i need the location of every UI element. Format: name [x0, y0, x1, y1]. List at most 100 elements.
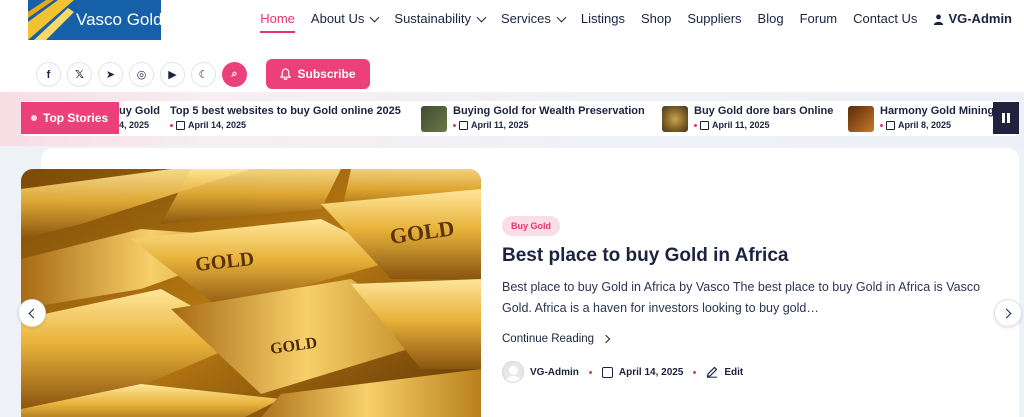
- search-icon[interactable]: ⌕: [222, 62, 247, 87]
- continue-reading-label: Continue Reading: [502, 333, 595, 345]
- ticker-item-title: Top 5 best websites to buy Gold online 2…: [170, 105, 401, 117]
- subscribe-button[interactable]: Subscribe: [266, 59, 370, 89]
- ticker-item[interactable]: uy Gold 4, 2025: [119, 104, 160, 134]
- user-icon: [934, 14, 944, 25]
- ticker-item-text: Top 5 best websites to buy Gold online 2…: [170, 104, 401, 134]
- continue-reading-link[interactable]: Continue Reading: [502, 333, 611, 345]
- nav-forum-label: Forum: [799, 11, 838, 26]
- nav-contact-us-label: Contact Us: [853, 11, 918, 26]
- nav-home-label: Home: [260, 11, 295, 26]
- site-header: Vasco Gold Home About Us Sustainability …: [0, 0, 1024, 92]
- ticker-item-title: uy Gold: [119, 105, 160, 117]
- dot-icon: [880, 123, 883, 127]
- main-nav: Home About Us Sustainability Services Li…: [252, 8, 1020, 33]
- nav-about-us[interactable]: About Us: [310, 8, 380, 30]
- ticker-date-text: 4, 2025: [119, 120, 150, 130]
- calendar-icon: [700, 120, 709, 130]
- logo-mark-icon: [28, 0, 74, 40]
- nav-sustainability-label: Sustainability: [394, 11, 472, 26]
- calendar-icon: [601, 366, 613, 378]
- dot-icon: [693, 370, 697, 374]
- ticker-item-date: April 11, 2025: [453, 120, 645, 130]
- nav-services-label: Services: [501, 11, 551, 26]
- ticker-date-text: April 11, 2025: [471, 120, 529, 130]
- ticker-item-title: Buying Gold for Wealth Preservation: [453, 105, 645, 117]
- ticker-item-text: Harmony Gold Mining April 8, 2025: [880, 104, 994, 134]
- x-icon[interactable]: 𝕏: [67, 62, 92, 87]
- avatar[interactable]: [502, 361, 524, 383]
- ticker-item[interactable]: Harmony Gold Mining April 8, 2025: [848, 104, 994, 134]
- ticker-item-date: April 8, 2025: [880, 120, 994, 130]
- slider-next-button[interactable]: [994, 299, 1022, 327]
- nav-user-account[interactable]: VG-Admin: [933, 8, 1012, 30]
- dot-icon: [588, 370, 592, 374]
- nav-contact-us[interactable]: Contact Us: [853, 8, 917, 30]
- calendar-icon: [459, 120, 468, 130]
- chevron-right-icon: [1001, 308, 1012, 318]
- social-bar: f 𝕏 ➤ ◎ ▶ ☾ ⌕: [36, 62, 247, 87]
- ticker-item-text: Buying Gold for Wealth Preservation Apri…: [453, 104, 645, 134]
- nav-shop[interactable]: Shop: [641, 8, 671, 30]
- nav-suppliers[interactable]: Suppliers: [687, 8, 741, 30]
- ticker-item-date: 4, 2025: [119, 120, 160, 130]
- ticker-item-text: uy Gold 4, 2025: [119, 104, 160, 134]
- ticker-item-title: Buy Gold dore bars Online: [694, 105, 834, 117]
- nav-user-label: VG-Admin: [948, 11, 1012, 26]
- featured-image[interactable]: GOLD GOLD GOLD: [21, 169, 481, 417]
- chevron-down-icon: [556, 12, 567, 22]
- nav-about-us-label: About Us: [310, 11, 365, 26]
- chevron-right-icon: [601, 334, 611, 344]
- nav-home[interactable]: Home: [260, 8, 295, 33]
- nav-suppliers-label: Suppliers: [687, 11, 742, 26]
- calendar-icon: [176, 120, 185, 130]
- post-excerpt: Best place to buy Gold in Africa by Vasc…: [502, 280, 981, 315]
- calendar-icon: [886, 120, 895, 130]
- pause-icon-bar: [1007, 113, 1010, 123]
- nav-forum[interactable]: Forum: [800, 8, 838, 30]
- pencil-icon: [707, 366, 718, 378]
- youtube-icon[interactable]: ▶: [160, 62, 185, 87]
- nav-blog-label: Blog: [757, 11, 784, 26]
- ticker-date-text: April 14, 2025: [188, 120, 247, 130]
- post-meta: VG-Admin April 14, 2025 Edit: [502, 361, 743, 383]
- edit-link[interactable]: Edit: [724, 367, 743, 378]
- ticker-pause-button[interactable]: [993, 102, 1019, 134]
- moon-icon[interactable]: ☾: [191, 62, 216, 87]
- slider-prev-button[interactable]: [18, 299, 46, 327]
- pause-icon: [1002, 113, 1005, 123]
- nav-blog[interactable]: Blog: [758, 8, 784, 30]
- ticker-item-date: April 11, 2025: [694, 120, 833, 130]
- ticker-item-title: Harmony Gold Mining: [880, 105, 995, 117]
- ticker-item-date: April 14, 2025: [170, 120, 401, 130]
- nav-listings[interactable]: Listings: [581, 8, 625, 30]
- nav-services[interactable]: Services: [501, 8, 567, 30]
- ticker-item[interactable]: Top 5 best websites to buy Gold online 2…: [170, 104, 401, 134]
- facebook-icon[interactable]: f: [36, 62, 61, 87]
- chevron-down-icon: [476, 12, 487, 22]
- dot-icon: [170, 123, 173, 127]
- logo-text: Vasco Gold: [76, 10, 161, 29]
- category-badge[interactable]: Buy Gold: [502, 216, 560, 236]
- ticker-item[interactable]: Buy Gold dore bars Online April 11, 2025: [662, 104, 833, 134]
- ticker-thumb: [421, 106, 447, 132]
- chevron-left-icon: [28, 308, 39, 318]
- ticker-thumb: [848, 106, 874, 132]
- top-stories-label: Top Stories: [21, 102, 119, 134]
- dot-icon: [453, 123, 456, 127]
- site-logo[interactable]: Vasco Gold: [28, 0, 161, 40]
- post-title[interactable]: Best place to buy Gold in Africa: [502, 245, 788, 267]
- ticker-thumb: [662, 106, 688, 132]
- bell-icon: [280, 68, 292, 80]
- post-author[interactable]: VG-Admin: [530, 367, 579, 378]
- ticker-date-text: April 8, 2025: [898, 120, 952, 130]
- subscribe-label: Subscribe: [297, 67, 356, 81]
- gold-bars-image: GOLD GOLD GOLD: [21, 169, 481, 417]
- ticker-date-text: April 11, 2025: [712, 120, 770, 130]
- nav-shop-label: Shop: [640, 11, 672, 26]
- instagram-icon[interactable]: ◎: [129, 62, 154, 87]
- nav-sustainability[interactable]: Sustainability: [394, 8, 487, 30]
- dot-icon: [694, 123, 697, 127]
- post-date[interactable]: April 14, 2025: [619, 367, 683, 378]
- telegram-icon[interactable]: ➤: [98, 62, 123, 87]
- ticker-item[interactable]: Buying Gold for Wealth Preservation Apri…: [421, 104, 645, 134]
